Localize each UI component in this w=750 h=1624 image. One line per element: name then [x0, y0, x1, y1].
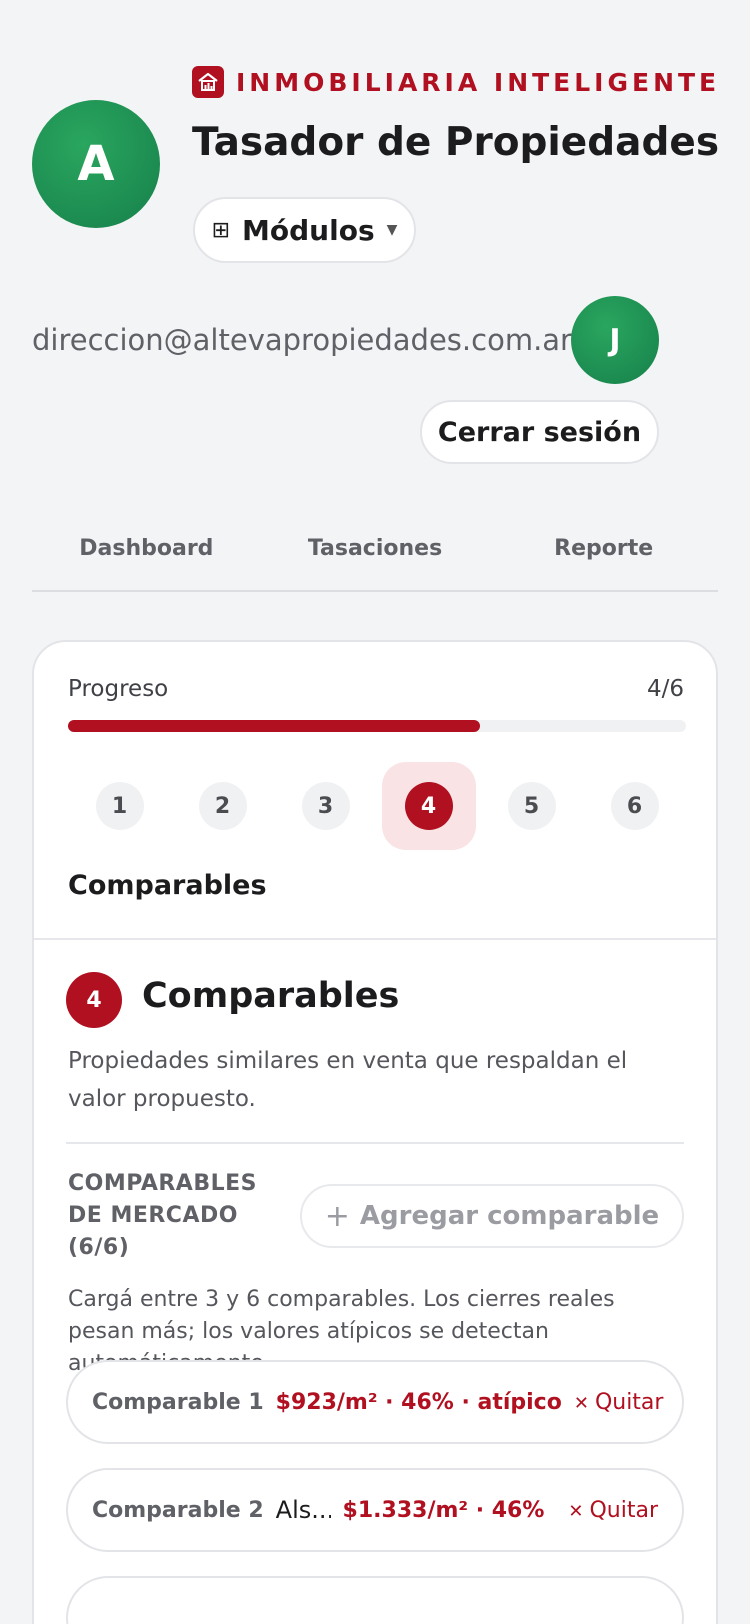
plus-icon: + [324, 1198, 350, 1234]
remove-label: Quitar [594, 1389, 664, 1415]
step-3[interactable]: 3 [279, 762, 373, 850]
add-comparable-button[interactable]: + Agregar comparable [300, 1184, 684, 1248]
progress-label: Progreso [68, 676, 169, 702]
remove-comparable-button[interactable]: ✕ Quitar [574, 1390, 664, 1415]
caret-down-icon: ▼ [386, 222, 398, 238]
step-number: 2 [198, 782, 247, 830]
tab-tasaciones[interactable]: Tasaciones [261, 520, 490, 590]
comparable-metric: $1.333/m² · 46% [342, 1497, 545, 1523]
comparable-row[interactable]: Comparable 2 Als... $1.333/m² · 46% ✕ Qui… [66, 1468, 684, 1552]
logout-button[interactable]: Cerrar sesión [420, 400, 659, 464]
wizard-card: Progreso 4/6 1 2 3 4 5 6 Comparables 4 C… [32, 640, 718, 1624]
market-comparables-label: COMPARABLES DE MERCADO (6/6) [68, 1171, 257, 1260]
step-number: 5 [507, 782, 556, 830]
main-tabs: Dashboard Tasaciones Reporte [32, 520, 718, 592]
grid-icon: ⊞ [211, 217, 231, 243]
progress-count: 4/6 [646, 676, 684, 702]
house-chart-icon [192, 66, 224, 98]
step-4-active[interactable]: 4 [381, 762, 476, 850]
remove-comparable-button[interactable]: ✕ Quitar [568, 1498, 658, 1523]
tab-reporte[interactable]: Reporte [489, 520, 718, 590]
step-1[interactable]: 1 [73, 762, 167, 850]
app-title: Tasador de Propiedades [192, 120, 720, 165]
current-step-title: Comparables [68, 870, 267, 901]
brand: INMOBILIARIA INTELIGENTE [192, 66, 720, 98]
brand-name: INMOBILIARIA INTELIGENTE [236, 67, 721, 97]
add-comparable-label: Agregar comparable [359, 1201, 660, 1231]
close-icon: ✕ [568, 1500, 584, 1522]
comparable-name: Comparable 1 [92, 1389, 264, 1415]
step-2[interactable]: 2 [176, 762, 270, 850]
comparable-row[interactable]: Comparable 1 $923/m² · 46% · atípico ✕ Qu… [66, 1360, 684, 1444]
comparable-metric: $923/m² · 46% · atípico [275, 1389, 562, 1415]
section-description: Propiedades similares en venta que respa… [68, 1048, 628, 1112]
progress-bar [68, 720, 686, 732]
step-indicator: 1 2 3 4 5 6 [68, 762, 686, 850]
close-icon: ✕ [573, 1392, 589, 1414]
divider [34, 938, 716, 940]
comparable-address: Als... [275, 1496, 331, 1524]
app-avatar[interactable]: A [32, 100, 160, 228]
step-number: 4 [404, 782, 453, 830]
comparable-row[interactable] [66, 1576, 684, 1624]
step-number: 6 [610, 782, 659, 830]
step-number: 3 [301, 782, 350, 830]
step-5[interactable]: 5 [485, 762, 579, 850]
section-number-badge: 4 [66, 972, 122, 1028]
divider [66, 1142, 684, 1144]
step-number: 1 [95, 782, 144, 830]
tab-dashboard[interactable]: Dashboard [32, 520, 261, 590]
step-6[interactable]: 6 [588, 762, 682, 850]
progress-fill [68, 720, 481, 732]
modules-button[interactable]: ⊞ Módulos ▼ [193, 197, 416, 263]
section-title: Comparables [142, 976, 400, 1016]
user-avatar[interactable]: J [571, 296, 659, 384]
remove-label: Quitar [589, 1497, 658, 1523]
user-email: direccion@altevapropiedades.com.ar [32, 323, 572, 357]
comparable-name: Comparable 2 [92, 1497, 264, 1523]
modules-label: Módulos [242, 213, 375, 247]
